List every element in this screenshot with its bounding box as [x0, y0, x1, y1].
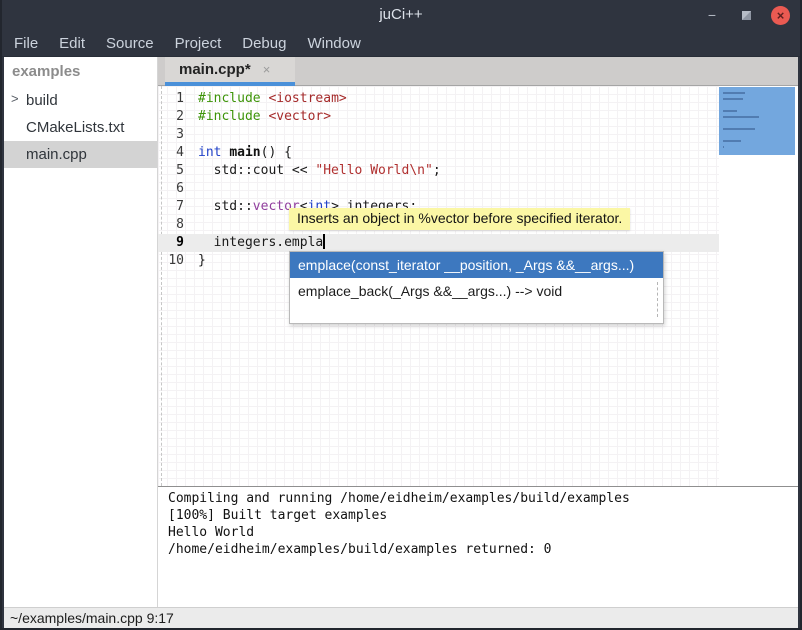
- menu-window[interactable]: Window: [305, 33, 362, 54]
- code-text: #include <iostream>: [190, 90, 347, 108]
- status-file-position: ~/examples/main.cpp 9:17: [10, 610, 174, 626]
- file-tree-item-main-cpp[interactable]: main.cpp: [4, 141, 157, 168]
- code-text: [190, 180, 198, 198]
- output-line: [100%] Built target examples: [168, 507, 798, 524]
- minimap-code-lines: [723, 92, 795, 148]
- output-line: Hello World: [168, 524, 798, 541]
- menubar: File Edit Source Project Debug Window: [2, 30, 800, 57]
- tab-close-icon[interactable]: ×: [263, 62, 271, 77]
- line-number: 10: [158, 252, 190, 270]
- code-line-6[interactable]: 6: [158, 180, 723, 198]
- status-bar: ~/examples/main.cpp 9:17: [4, 607, 798, 628]
- file-tree-item-cmakelists-txt[interactable]: CMakeLists.txt: [4, 114, 157, 141]
- code-line-2[interactable]: 2#include <vector>: [158, 108, 723, 126]
- main-content: examples >build CMakeLists.txt main.cpp ma…: [4, 57, 798, 607]
- maximize-button[interactable]: [737, 10, 755, 21]
- file-tree: >build CMakeLists.txt main.cpp: [4, 87, 157, 168]
- build-output-panel[interactable]: Compiling and running /home/eidheim/exam…: [158, 486, 798, 607]
- project-name-header: examples: [4, 57, 157, 87]
- completion-item[interactable]: emplace_back(_Args &&__args...) --> void: [290, 278, 663, 304]
- completion-item[interactable]: emplace(const_iterator __position, _Args…: [290, 252, 663, 278]
- menu-edit[interactable]: Edit: [57, 33, 87, 54]
- line-number: 7: [158, 198, 190, 216]
- code-line-5[interactable]: 5 std::cout << "Hello World\n";: [158, 162, 723, 180]
- code-line-4[interactable]: 4int main() {: [158, 144, 723, 162]
- completion-popup: emplace(const_iterator __position, _Args…: [289, 251, 664, 324]
- menu-project[interactable]: Project: [173, 33, 224, 54]
- tab-label: main.cpp*: [179, 61, 251, 78]
- code-text: }: [190, 252, 206, 270]
- tab-bar: main.cpp* ×: [158, 57, 798, 86]
- code-text: #include <vector>: [190, 108, 331, 126]
- close-icon: ×: [777, 8, 785, 23]
- code-text: integers.empla: [190, 234, 325, 252]
- text-cursor: [323, 234, 325, 249]
- minimap[interactable]: [719, 86, 798, 486]
- file-tree-item-label: CMakeLists.txt: [4, 119, 124, 136]
- line-number: 3: [158, 126, 190, 144]
- menu-source[interactable]: Source: [104, 33, 156, 54]
- code-line-9[interactable]: 9 integers.empla: [158, 234, 723, 252]
- line-number: 8: [158, 216, 190, 234]
- doc-tooltip: Inserts an object in %vector before spec…: [289, 208, 630, 230]
- close-button[interactable]: ×: [771, 6, 790, 25]
- line-number: 2: [158, 108, 190, 126]
- minimap-visible-region[interactable]: [719, 87, 795, 155]
- code-text: [190, 126, 198, 144]
- output-line: /home/eidheim/examples/build/examples re…: [168, 541, 798, 558]
- output-line: Compiling and running /home/eidheim/exam…: [168, 490, 798, 507]
- line-number: 6: [158, 180, 190, 198]
- titlebar: juCi++ − ×: [2, 0, 800, 30]
- window-title: juCi++: [2, 6, 800, 23]
- jucipp-window: juCi++ − × File Edit Source Project Debug Win…: [0, 0, 802, 630]
- window-controls: − ×: [703, 0, 790, 30]
- chevron-right-icon[interactable]: >: [11, 91, 19, 106]
- minimize-button[interactable]: −: [703, 7, 721, 23]
- tab-main-cpp[interactable]: main.cpp* ×: [165, 57, 295, 86]
- code-text: std::cout << "Hello World\n";: [190, 162, 441, 180]
- file-tree-item-label: main.cpp: [4, 146, 87, 163]
- code-text: int main() {: [190, 144, 292, 162]
- menu-file[interactable]: File: [12, 33, 40, 54]
- menu-debug[interactable]: Debug: [240, 33, 288, 54]
- line-number: 4: [158, 144, 190, 162]
- file-tree-sidebar: examples >build CMakeLists.txt main.cpp: [4, 57, 158, 607]
- code-line-3[interactable]: 3: [158, 126, 723, 144]
- code-editor[interactable]: 1#include <iostream>2#include <vector>34…: [158, 86, 798, 486]
- file-tree-item-build[interactable]: >build: [4, 87, 157, 114]
- code-lines: 1#include <iostream>2#include <vector>34…: [158, 90, 723, 270]
- line-number: 1: [158, 90, 190, 108]
- code-text: [190, 216, 198, 234]
- line-number: 5: [158, 162, 190, 180]
- line-number: 9: [158, 234, 190, 252]
- maximize-icon: [741, 10, 752, 21]
- editor-column: main.cpp* × 1#include <iostream>2#includ…: [158, 57, 798, 607]
- code-line-1[interactable]: 1#include <iostream>: [158, 90, 723, 108]
